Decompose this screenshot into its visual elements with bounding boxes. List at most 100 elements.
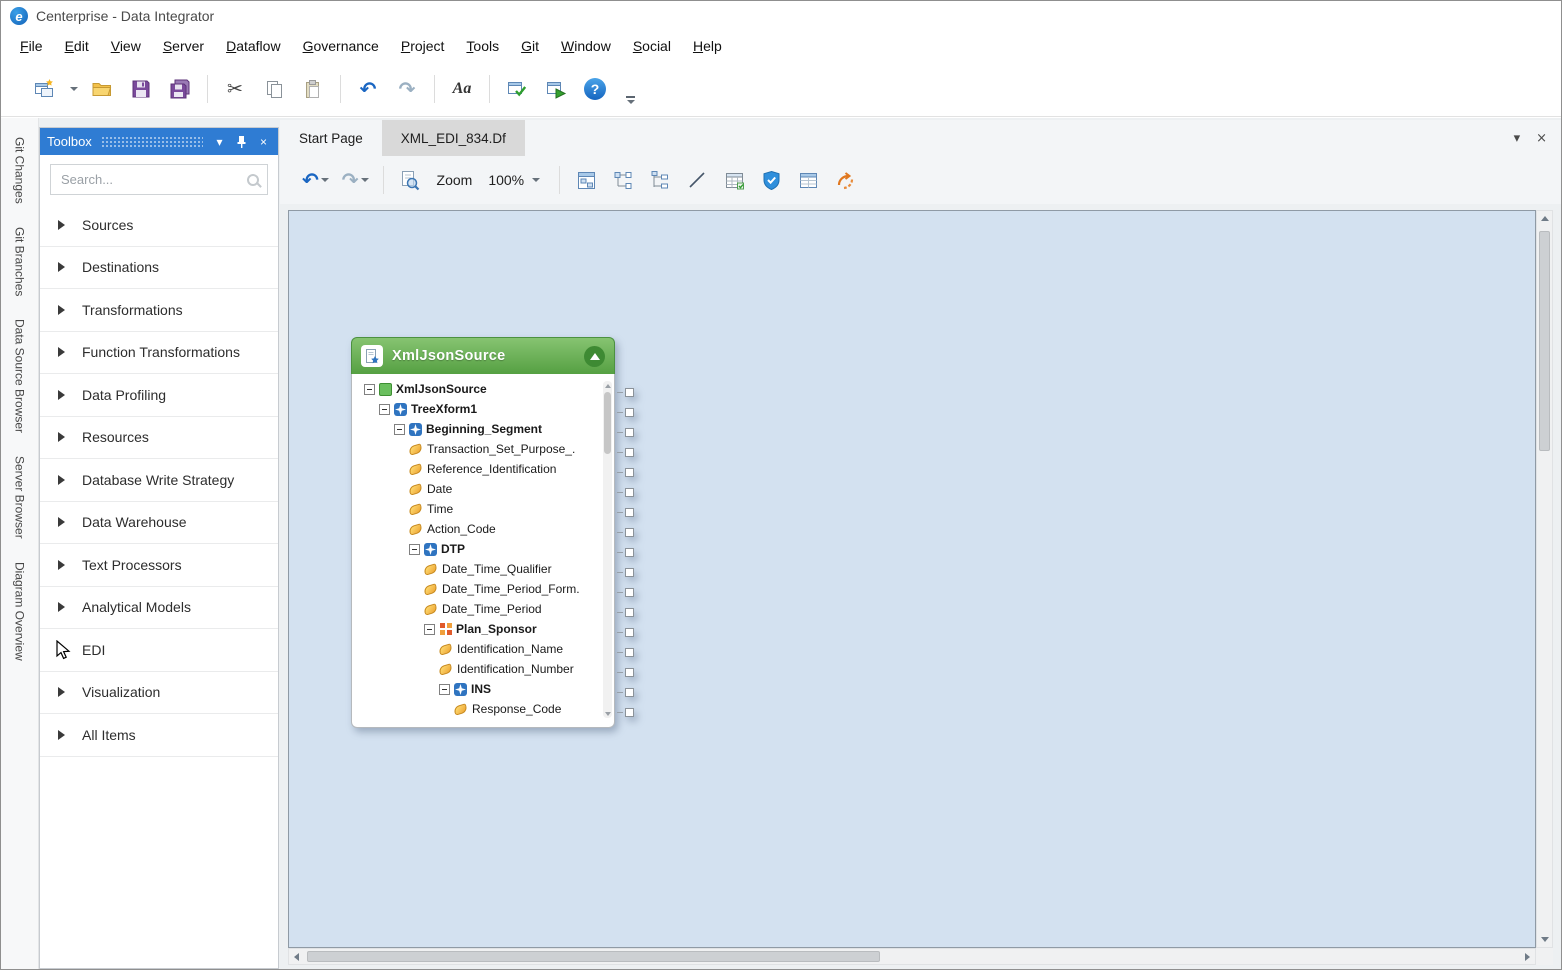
tree-node-transaction-set-purpose[interactable]: Transaction_Set_Purpose_. (352, 439, 599, 459)
tree-node-xmljsonsource[interactable]: XmlJsonSource (352, 379, 599, 399)
menu-project[interactable]: Project (390, 31, 456, 62)
menu-window[interactable]: Window (550, 31, 622, 62)
port-square[interactable] (625, 408, 634, 417)
vertical-orientation-button[interactable] (646, 165, 674, 195)
tree-node-identification-number[interactable]: Identification_Number (352, 659, 599, 679)
open-button[interactable] (87, 74, 117, 104)
tree-node-action-code[interactable]: Action_Code (352, 519, 599, 539)
link-style-button[interactable] (683, 165, 711, 195)
toolbox-category-analytical-models[interactable]: Analytical Models (40, 587, 278, 630)
tree-node-date-time-qualifier[interactable]: Date_Time_Qualifier (352, 559, 599, 579)
node-port[interactable] (617, 522, 634, 542)
tree-collapse-icon[interactable] (409, 544, 420, 555)
menu-git[interactable]: Git (510, 31, 550, 62)
verify-shield-button[interactable] (757, 165, 785, 195)
node-port[interactable] (617, 702, 634, 722)
node-scrollbar[interactable] (603, 381, 612, 718)
menu-view[interactable]: View (100, 31, 152, 62)
toolbox-category-visualization[interactable]: Visualization (40, 672, 278, 715)
toolbox-category-destinations[interactable]: Destinations (40, 247, 278, 290)
port-square[interactable] (625, 548, 634, 557)
canvas-horizontal-scrollbar[interactable] (288, 948, 1536, 965)
port-square[interactable] (625, 528, 634, 537)
tree-node-date-time-period[interactable]: Date_Time_Period (352, 599, 599, 619)
node-port[interactable] (617, 462, 634, 482)
start-dataflow-button[interactable] (541, 74, 571, 104)
scroll-right-button[interactable] (1520, 949, 1535, 964)
zoom-tool-button[interactable] (396, 165, 424, 195)
scroll-left-button[interactable] (289, 949, 304, 964)
tree-collapse-icon[interactable] (364, 384, 375, 395)
rail-tab-git-branches[interactable]: Git Branches (13, 223, 27, 300)
toolbox-category-text-processors[interactable]: Text Processors (40, 544, 278, 587)
node-port[interactable] (617, 582, 634, 602)
tree-node-date[interactable]: Date (352, 479, 599, 499)
rail-tab-data-source-browser[interactable]: Data Source Browser (13, 315, 27, 437)
save-button[interactable] (126, 74, 156, 104)
rail-tab-server-browser[interactable]: Server Browser (13, 452, 27, 543)
toolbar-overflow-button[interactable] (625, 96, 635, 104)
tab-xml-edi-834[interactable]: XML_EDI_834.Df (382, 120, 525, 156)
tree-node-time[interactable]: Time (352, 499, 599, 519)
toolbox-category-resources[interactable]: Resources (40, 417, 278, 460)
tree-node-dtp[interactable]: DTP (352, 539, 599, 559)
new-dataflow-button[interactable] (29, 74, 59, 104)
toolbox-category-function-transformations[interactable]: Function Transformations (40, 332, 278, 375)
tab-start-page[interactable]: Start Page (280, 120, 382, 156)
node-port[interactable] (617, 502, 634, 522)
toolbox-category-data-warehouse[interactable]: Data Warehouse (40, 502, 278, 545)
node-port[interactable] (617, 382, 634, 402)
node-port[interactable] (617, 442, 634, 462)
tree-node-treexform1[interactable]: TreeXform1 (352, 399, 599, 419)
node-port[interactable] (617, 422, 634, 442)
tree-node-reference-identification[interactable]: Reference_Identification (352, 459, 599, 479)
menu-governance[interactable]: Governance (292, 31, 390, 62)
toolbox-category-database-write-strategy[interactable]: Database Write Strategy (40, 459, 278, 502)
toolbox-category-data-profiling[interactable]: Data Profiling (40, 374, 278, 417)
node-port[interactable] (617, 402, 634, 422)
paste-button[interactable] (298, 74, 328, 104)
toolbox-category-sources[interactable]: Sources (40, 204, 278, 247)
toolbox-category-all-items[interactable]: All Items (40, 714, 278, 757)
scroll-down-button[interactable] (1537, 932, 1552, 947)
verify-dataflow-button[interactable] (502, 74, 532, 104)
data-grid-window-button[interactable] (794, 165, 822, 195)
tree-node-beginning-segment[interactable]: Beginning_Segment (352, 419, 599, 439)
font-settings-button[interactable]: Aa (447, 74, 477, 104)
scroll-up-button[interactable] (1537, 211, 1552, 226)
node-port[interactable] (617, 622, 634, 642)
tree-node-date-time-period-form[interactable]: Date_Time_Period_Form. (352, 579, 599, 599)
node-port[interactable] (617, 602, 634, 622)
tree-collapse-icon[interactable] (424, 624, 435, 635)
port-square[interactable] (625, 708, 634, 717)
help-button[interactable]: ? (580, 74, 610, 104)
dataflow-canvas[interactable]: XmlJsonSource XmlJsonSource (288, 210, 1536, 948)
port-square[interactable] (625, 388, 634, 397)
port-square[interactable] (625, 448, 634, 457)
node-collapse-button[interactable] (584, 346, 605, 367)
port-square[interactable] (625, 688, 634, 697)
port-square[interactable] (625, 488, 634, 497)
rail-tab-diagram-overview[interactable]: Diagram Overview (13, 558, 27, 665)
xmljsonsource-node[interactable]: XmlJsonSource XmlJsonSource (351, 337, 615, 728)
port-square[interactable] (625, 588, 634, 597)
tree-collapse-icon[interactable] (379, 404, 390, 415)
tree-collapse-icon[interactable] (394, 424, 405, 435)
menu-file[interactable]: File (9, 31, 54, 62)
node-scroll-thumb[interactable] (604, 392, 611, 454)
canvas-vertical-scrollbar[interactable] (1536, 210, 1553, 948)
port-square[interactable] (625, 668, 634, 677)
menu-edit[interactable]: Edit (54, 31, 100, 62)
menu-dataflow[interactable]: Dataflow (215, 31, 291, 62)
port-square[interactable] (625, 428, 634, 437)
rail-tab-git-changes[interactable]: Git Changes (13, 133, 27, 208)
cut-button[interactable]: ✂ (220, 74, 250, 104)
tree-node-response-code[interactable]: Response_Code (352, 699, 599, 719)
port-square[interactable] (625, 608, 634, 617)
node-port[interactable] (617, 562, 634, 582)
toolbox-close-icon[interactable]: × (256, 134, 271, 150)
node-port[interactable] (617, 662, 634, 682)
port-square[interactable] (625, 468, 634, 477)
tree-node-identification-name[interactable]: Identification_Name (352, 639, 599, 659)
port-square[interactable] (625, 568, 634, 577)
